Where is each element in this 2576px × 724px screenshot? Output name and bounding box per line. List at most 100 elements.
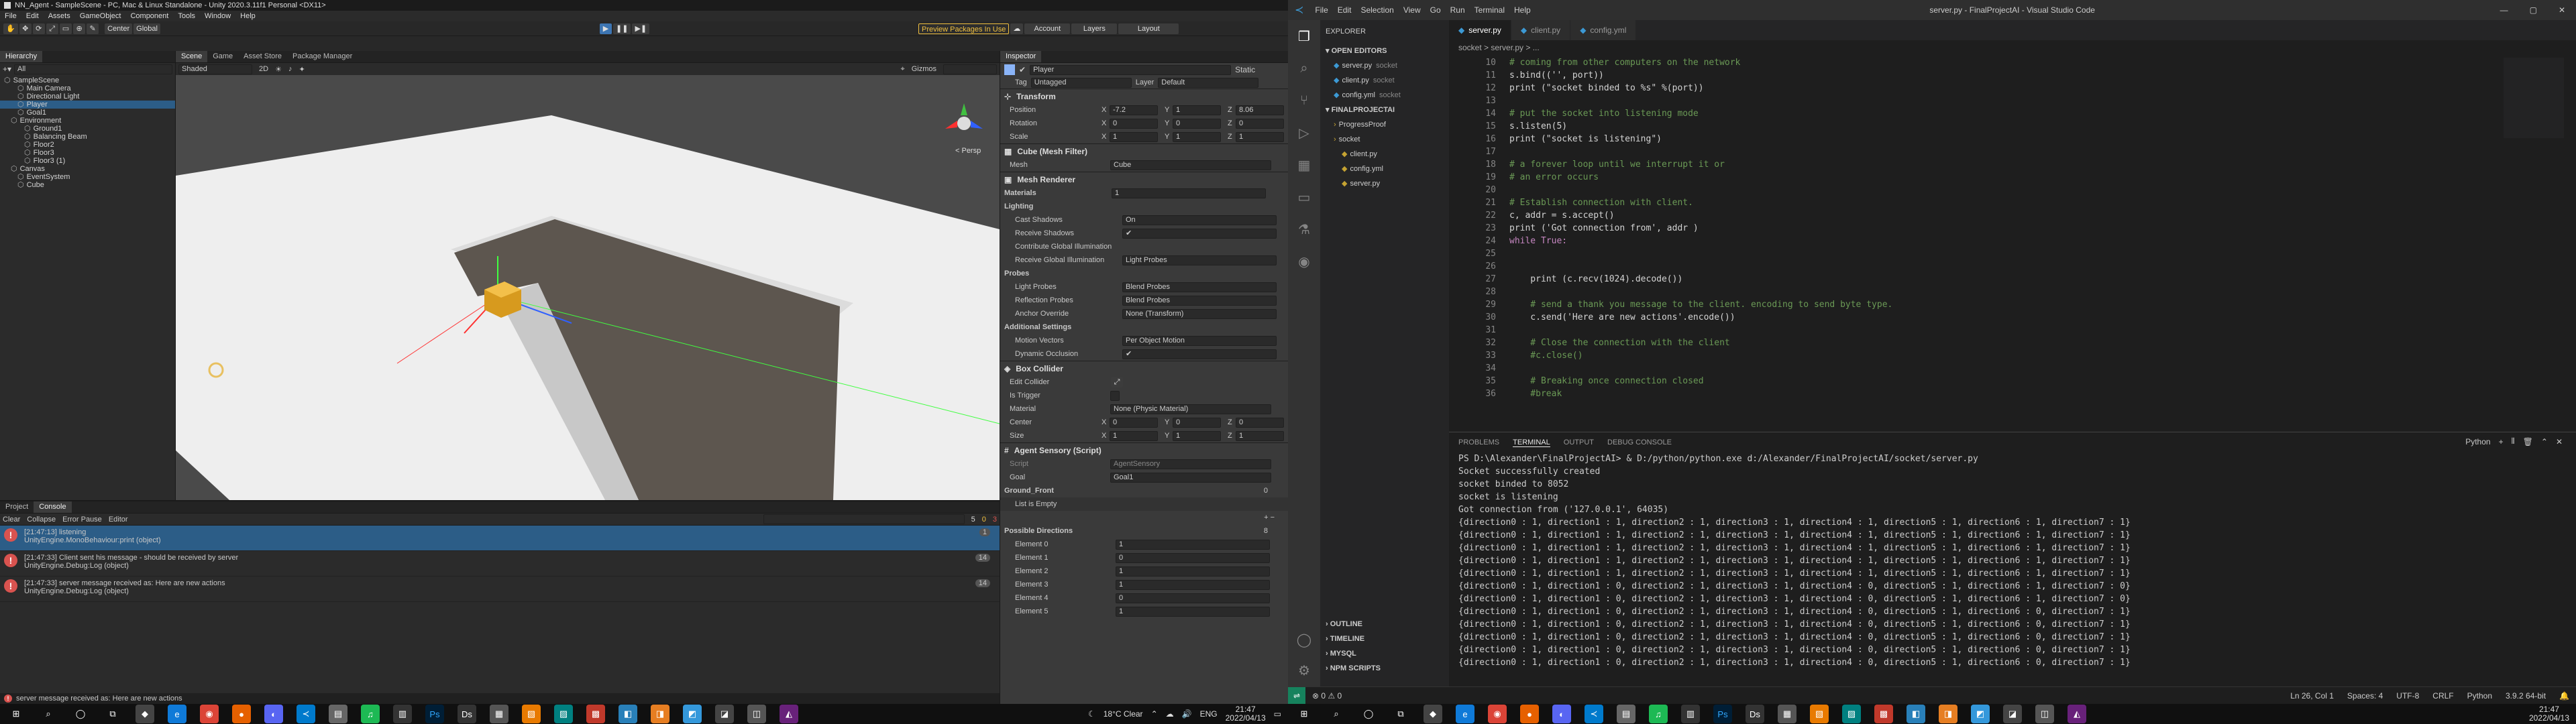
- davinci-icon-2[interactable]: Ds: [1746, 705, 1764, 723]
- app-icon-10[interactable]: ◪: [715, 705, 734, 723]
- center-z-field[interactable]: 0: [1236, 417, 1284, 428]
- hierarchy-item-eventsystem[interactable]: ⬡ EventSystem: [0, 173, 175, 181]
- unity-taskbar-icon-2[interactable]: ◆: [1424, 705, 1442, 723]
- source-control-icon[interactable]: ⑂: [1288, 84, 1320, 117]
- discord-icon-2[interactable]: ◐: [1552, 705, 1571, 723]
- menu-edit[interactable]: Edit: [21, 12, 44, 20]
- app-icon-11b[interactable]: ◫: [2035, 705, 2054, 723]
- indentation-status[interactable]: Spaces: 4: [2341, 691, 2390, 701]
- tab-game[interactable]: Game: [207, 51, 238, 62]
- open-editors-section[interactable]: ▾ OPEN EDITORS: [1320, 44, 1449, 58]
- start-icon-2[interactable]: ⊞: [1295, 705, 1313, 723]
- audio-toggle-icon[interactable]: ♪: [288, 65, 292, 73]
- app-icon-6[interactable]: ▩: [586, 705, 605, 723]
- transform-header[interactable]: ⊹ Transform: [1000, 88, 1288, 103]
- tab-package-manager[interactable]: Package Manager: [287, 51, 358, 62]
- close-panel-icon[interactable]: ✕: [2556, 437, 2563, 446]
- app-icon-3b[interactable]: ▦: [1778, 705, 1796, 723]
- add-icon[interactable]: +▾: [3, 64, 11, 74]
- account-dropdown[interactable]: Account: [1024, 23, 1071, 34]
- element-value-field[interactable]: 1: [1116, 606, 1270, 617]
- remote-status-icon[interactable]: ⇌: [1288, 686, 1305, 705]
- position-z-field[interactable]: 8.06: [1236, 105, 1284, 115]
- ground-front-label[interactable]: Ground_Front: [1004, 487, 1105, 495]
- split-terminal-icon[interactable]: ⫴: [2512, 436, 2515, 446]
- kill-terminal-icon[interactable]: 🗑: [2523, 437, 2533, 446]
- maximize-panel-icon[interactable]: ⌃: [2541, 437, 2548, 446]
- panel-tab-debug-console[interactable]: DEBUG CONSOLE: [1607, 438, 1672, 446]
- photoshop-icon[interactable]: Ps: [425, 705, 444, 723]
- clock-2[interactable]: 21:47 2022/04/13: [2529, 705, 2569, 723]
- account-icon[interactable]: ◯: [1288, 623, 1320, 656]
- box-collider-header[interactable]: ◈ Box Collider: [1000, 361, 1288, 375]
- additional-settings-label[interactable]: Additional Settings: [1004, 323, 1112, 331]
- spotify-icon-2[interactable]: ♫: [1649, 705, 1668, 723]
- weather-text[interactable]: 18°C Clear: [1104, 709, 1143, 719]
- vscode-menu-go[interactable]: Go: [1426, 5, 1446, 15]
- menu-assets[interactable]: Assets: [44, 12, 75, 20]
- tree-item-config-yml[interactable]: ◆ config.yml: [1320, 162, 1449, 176]
- element-value-field[interactable]: 1: [1116, 539, 1270, 550]
- cortana-icon-2[interactable]: ◯: [1359, 705, 1378, 723]
- console-log-entry[interactable]: ! [21:47:33] Client sent his message - sh…: [0, 551, 1000, 577]
- tree-item-socket[interactable]: › socket: [1320, 132, 1449, 147]
- step-button[interactable]: ▶❚: [632, 23, 650, 34]
- console-log-entry[interactable]: ! [21:47:33] server message received as: …: [0, 577, 1000, 602]
- editor-tab-server-py[interactable]: ◆ server.py: [1449, 20, 1511, 40]
- shading-dropdown[interactable]: Shaded: [178, 64, 252, 74]
- receive-shadows-field[interactable]: ✔: [1122, 228, 1277, 239]
- transform-tool-icon[interactable]: ⊕: [73, 23, 86, 34]
- cursor-position[interactable]: Ln 26, Col 1: [2284, 691, 2341, 701]
- weather-icon[interactable]: ☾: [1088, 709, 1095, 719]
- minimize-button[interactable]: —: [2489, 5, 2519, 15]
- tab-hierarchy[interactable]: Hierarchy: [0, 51, 43, 62]
- notifications-icon[interactable]: 🔔: [2553, 691, 2576, 701]
- edge-icon-2[interactable]: e: [1456, 705, 1474, 723]
- hierarchy-item-balancing-beam[interactable]: ⬡ Balancing Beam: [0, 133, 175, 141]
- terminal-shell-dropdown[interactable]: Python: [2465, 437, 2490, 446]
- vscode-taskbar-icon-2[interactable]: ≺: [1585, 705, 1603, 723]
- hierarchy-item-cube[interactable]: ⬡ Cube: [0, 181, 175, 189]
- app-icon-10b[interactable]: ◪: [2003, 705, 2022, 723]
- cortana-icon[interactable]: ◯: [71, 705, 90, 723]
- github-icon[interactable]: ◉: [1288, 245, 1320, 278]
- unity-taskbar-icon[interactable]: ◆: [136, 705, 154, 723]
- app-icon-8[interactable]: ◨: [651, 705, 669, 723]
- task-view-icon-2[interactable]: ⧉: [1391, 705, 1410, 723]
- vscode-menu-selection[interactable]: Selection: [1356, 5, 1398, 15]
- layout-dropdown[interactable]: Layout: [1118, 23, 1179, 34]
- panel-tab-terminal[interactable]: TERMINAL: [1513, 438, 1550, 447]
- section-npm-scripts[interactable]: › NPM SCRIPTS: [1320, 661, 1449, 676]
- minimap[interactable]: [2504, 58, 2564, 138]
- layers-dropdown[interactable]: Layers: [1071, 23, 1118, 34]
- size-z-field[interactable]: 1: [1236, 430, 1284, 441]
- new-terminal-icon[interactable]: +: [2499, 437, 2504, 446]
- effects-toggle-icon[interactable]: ✦: [299, 65, 305, 74]
- eol-status[interactable]: CRLF: [2426, 691, 2460, 701]
- photoshop-icon-2[interactable]: Ps: [1713, 705, 1732, 723]
- cloud-icon[interactable]: ☁: [1010, 23, 1024, 34]
- element-value-field[interactable]: 0: [1116, 552, 1270, 563]
- tab-inspector[interactable]: Inspector: [1000, 51, 1042, 62]
- element-value-field[interactable]: 1: [1116, 566, 1270, 577]
- app-icon-1[interactable]: ▤: [329, 705, 347, 723]
- list-add-button[interactable]: + −: [1264, 514, 1275, 522]
- motion-vectors-field[interactable]: Per Object Motion: [1122, 335, 1277, 346]
- mesh-field[interactable]: Cube: [1110, 160, 1271, 170]
- interpreter-status[interactable]: 3.9.2 64-bit: [2499, 691, 2553, 701]
- hierarchy-item-goal1[interactable]: ⬡ Goal1: [0, 109, 175, 117]
- project-section[interactable]: ▾ FINALPROJECTAI: [1320, 103, 1449, 117]
- clock[interactable]: 21:47 2022/04/13: [1226, 705, 1266, 723]
- hierarchy-item-floor3-1[interactable]: ⬡ Floor3 (1): [0, 157, 175, 165]
- probes-label[interactable]: Probes: [1004, 269, 1112, 278]
- scene-viewport[interactable]: < Persp: [176, 75, 1000, 500]
- center-y-field[interactable]: 0: [1173, 417, 1221, 428]
- hierarchy-item-player[interactable]: ⬡ Player: [0, 101, 175, 109]
- open-editor-config-yml[interactable]: ◆ config.yml socket: [1320, 88, 1449, 103]
- agent-sensory-header[interactable]: # Agent Sensory (Script): [1000, 442, 1288, 457]
- remote-icon[interactable]: ▭: [1288, 181, 1320, 213]
- open-editor-client-py[interactable]: ◆ client.py socket: [1320, 73, 1449, 88]
- app-icon-9[interactable]: ◩: [683, 705, 702, 723]
- menu-tools[interactable]: Tools: [173, 12, 200, 20]
- vscode-menu-view[interactable]: View: [1399, 5, 1426, 15]
